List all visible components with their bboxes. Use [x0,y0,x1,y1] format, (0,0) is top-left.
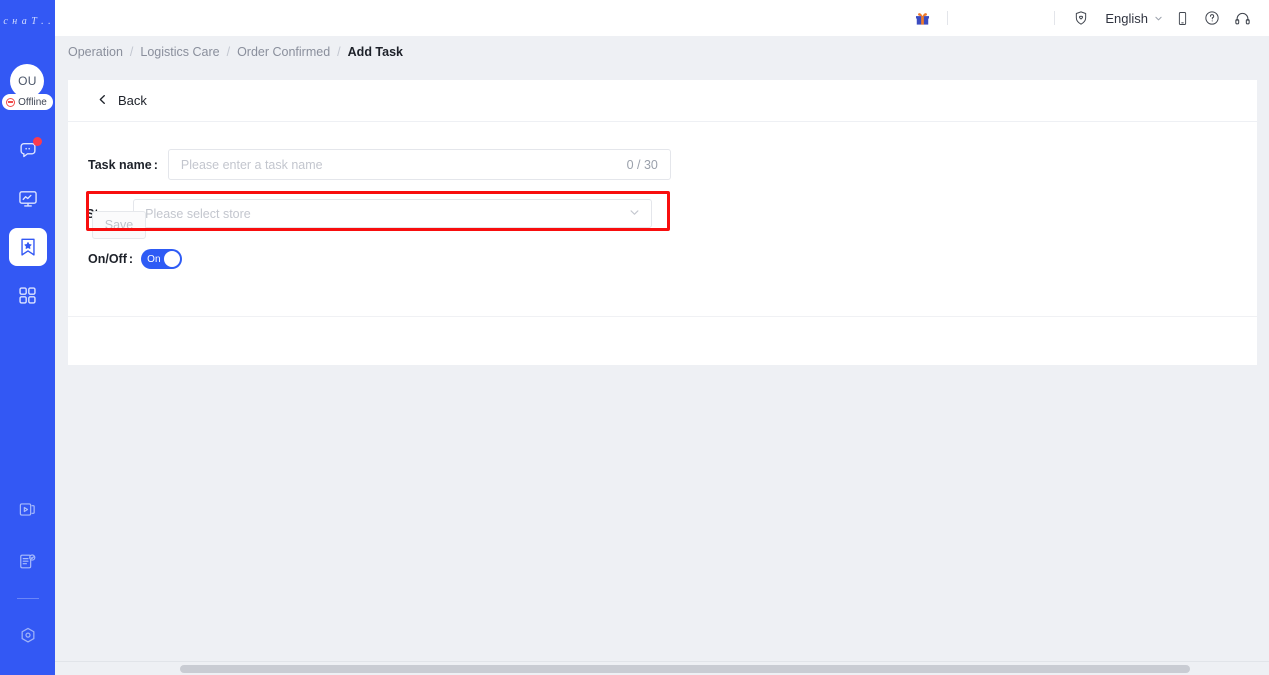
topbar-divider-1 [947,11,949,25]
task-name-input[interactable] [180,157,627,172]
status-badge[interactable]: Offline [2,94,53,110]
hex-gear-icon [18,626,38,646]
chevron-down-icon [1154,11,1163,26]
back-bar-card: Back [68,80,1257,121]
store-select[interactable]: Please select store [133,199,653,228]
on-off-label: On/Off: [88,252,134,266]
horizontal-scrollbar[interactable] [55,661,1269,675]
language-selector[interactable]: English [1105,11,1163,26]
breadcrumb-item-order-confirmed[interactable]: Order Confirmed [237,45,330,59]
breadcrumb-item-add-task: Add Task [347,45,403,59]
gift-icon[interactable] [914,10,931,27]
offline-dot-icon [6,97,16,107]
breadcrumb-item-operation[interactable]: Operation [68,45,123,59]
on-off-toggle[interactable]: On [141,249,183,269]
breadcrumb-item-logistics-care[interactable]: Logistics Care [140,45,219,59]
shield-heart-icon[interactable] [1073,10,1089,26]
on-off-toggle-label: On [147,253,161,265]
sidebar-item-apps[interactable] [9,276,47,314]
bookmark-star-icon [17,236,39,258]
grid-apps-icon [17,285,38,306]
breadcrumb-separator: / [226,45,231,59]
form-row-store: Store: Please select store [86,199,653,228]
task-name-label: Task name: [88,157,158,172]
toggle-knob [164,251,181,267]
scrollbar-thumb[interactable] [180,665,1190,673]
sidebar-divider [16,598,39,599]
chevron-left-icon [97,93,108,108]
headset-icon[interactable] [1234,10,1251,27]
video-play-icon [18,500,37,519]
sidebar-item-monitor[interactable] [9,180,47,218]
chat-unread-badge [32,137,42,146]
sidebar-item-chat[interactable] [9,132,47,170]
avatar[interactable]: OU [10,64,45,98]
sidebar-nav [8,132,47,314]
sidebar-item-announcement[interactable] [9,542,47,580]
language-label: English [1105,10,1148,26]
sidebar-item-media[interactable] [9,490,47,528]
brand-logo[interactable]: c н a T . . [3,10,51,32]
question-circle-icon[interactable] [1204,10,1220,26]
form-row-on-off: On/Off: On [88,249,183,269]
form-row-task-name: Task name: 0 / 30 [88,149,671,180]
sidebar-bottom-nav [9,490,47,655]
task-name-counter: 0 / 30 [626,157,658,172]
back-button-label: Back [118,93,147,108]
topbar-divider-2 [1054,11,1056,25]
form-card: Task name: 0 / 30 Store: Please select s… [68,122,1257,365]
topbar: English [55,0,1269,36]
sidebar-item-operation[interactable] [8,228,47,266]
breadcrumb-separator: / [129,45,134,59]
footer-divider [68,316,1257,317]
task-name-input-wrap[interactable]: 0 / 30 [167,149,671,180]
store-select-placeholder: Please select store [145,206,251,221]
sidebar: c н a T . . OU Offline [0,0,55,675]
document-bell-icon [18,552,37,571]
breadcrumb-separator: / [337,45,341,59]
breadcrumb: Operation / Logistics Care / Order Confi… [55,36,1269,68]
user-profile[interactable]: OU Offline [2,64,53,110]
app-root: c н a T . . OU Offline English Operation… [0,0,1269,675]
save-button[interactable]: Save [92,211,146,239]
monitor-chart-icon [17,188,39,210]
back-button[interactable]: Back [97,93,147,108]
mobile-phone-icon[interactable] [1175,11,1190,26]
chevron-down-icon [629,205,640,223]
sidebar-item-settings[interactable] [9,617,47,655]
status-label: Offline [18,96,47,108]
